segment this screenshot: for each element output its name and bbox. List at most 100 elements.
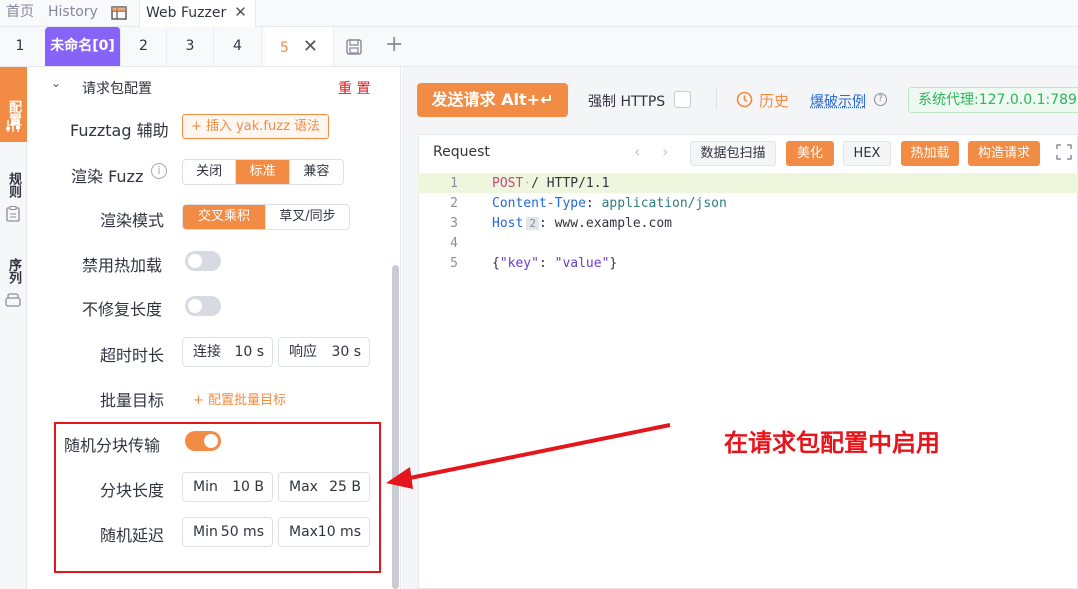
render-mode-pitchfork[interactable]: 草叉/同步 xyxy=(266,205,349,229)
side-tab-sequence[interactable]: 序列 xyxy=(0,253,27,289)
subtab-4[interactable]: 4 xyxy=(214,27,262,66)
clipboard-icon xyxy=(6,206,20,226)
line-number: 3 xyxy=(450,216,458,231)
chevron-down-icon[interactable]: ⌄ xyxy=(51,76,61,90)
help-icon[interactable]: ? xyxy=(874,93,887,106)
delay-min-value: 50 ms xyxy=(220,524,264,540)
bruteforce-example-link[interactable]: 爆破示例 xyxy=(810,91,866,111)
subtab-4-label: 4 xyxy=(233,38,242,54)
timeout-response-value: 30 s xyxy=(331,344,361,360)
add-icon: + xyxy=(385,32,404,57)
tab-history[interactable]: History xyxy=(42,0,104,27)
code-line-3: Host 2: www.example.com xyxy=(492,216,672,231)
timeout-response-key: 响应 xyxy=(289,344,317,360)
timeout-connect-value: 10 s xyxy=(234,344,264,360)
annotation-arrow xyxy=(386,423,671,489)
header-key: Content-Type xyxy=(492,196,586,211)
save-icon[interactable] xyxy=(345,38,363,60)
line-number: 4 xyxy=(450,236,458,251)
random-chunk-toggle[interactable] xyxy=(185,431,221,451)
chunk-length-label: 分块长度 xyxy=(100,481,165,500)
editor-title: Request xyxy=(433,144,490,160)
fold-badge[interactable]: 2 xyxy=(526,217,539,230)
divider xyxy=(716,88,717,110)
chunk-max-input[interactable]: Max 25 B xyxy=(278,472,370,502)
force-https-checkbox[interactable] xyxy=(674,91,691,108)
render-fuzz-standard[interactable]: 标准 xyxy=(236,160,290,184)
random-delay-label: 随机延迟 xyxy=(100,526,165,545)
history-icon xyxy=(736,91,753,112)
construct-request-button[interactable]: 构造请求 xyxy=(968,141,1040,166)
side-tab-rules-label: 规则 xyxy=(6,172,21,198)
timeout-response-input[interactable]: 响应 30 s xyxy=(278,337,370,367)
send-request-button[interactable]: 发送请求 Alt+↵ xyxy=(417,83,568,117)
history-button[interactable]: 历史 xyxy=(759,90,789,111)
line-number: 2 xyxy=(450,196,458,211)
subtab-unnamed[interactable]: 未命名[0] xyxy=(45,27,121,66)
chunk-max-value: 25 B xyxy=(329,479,361,495)
annotation-text: 在请求包配置中启用 xyxy=(724,429,940,457)
delay-min-key: Min xyxy=(193,524,218,540)
close-icon[interactable]: ✕ xyxy=(234,3,247,21)
subtab-5[interactable]: 5 ✕ xyxy=(265,27,334,66)
delay-max-input[interactable]: Max 10 ms xyxy=(278,517,370,547)
json-value: "value" xyxy=(554,256,610,271)
subtab-5-label: 5 xyxy=(279,40,289,56)
subtab-3[interactable]: 3 xyxy=(167,27,214,66)
delay-max-value: 10 ms xyxy=(317,524,361,540)
disable-hotload-toggle[interactable] xyxy=(185,251,221,271)
reset-button[interactable]: 重 置 xyxy=(338,78,370,98)
code-line-5: {"key": "value"} xyxy=(492,256,618,271)
delay-min-input[interactable]: Min 50 ms xyxy=(182,517,273,547)
render-fuzz-label: 渲染 Fuzz xyxy=(71,167,144,186)
tab-web-fuzzer[interactable]: Web Fuzzer ✕ xyxy=(139,0,256,27)
timeout-connect-key: 连接 xyxy=(193,344,221,360)
timeout-connect-input[interactable]: 连接 10 s xyxy=(182,337,273,367)
tab-web-fuzzer-label: Web Fuzzer xyxy=(146,5,227,21)
http-path-version: / HTTP/1.1 xyxy=(531,176,610,191)
layers-icon xyxy=(5,293,21,311)
code-line-2: Content-Type: application/json xyxy=(492,196,727,211)
random-chunk-label: 随机分块传输 xyxy=(64,436,161,455)
no-fix-length-toggle[interactable] xyxy=(185,296,221,316)
chunk-min-input[interactable]: Min 10 B xyxy=(182,472,273,502)
chevron-left-icon[interactable]: ‹ xyxy=(634,142,640,161)
subtab-1[interactable]: 1 xyxy=(0,27,40,66)
side-tab-sequence-label: 序列 xyxy=(6,258,21,284)
subtab-2-label: 2 xyxy=(139,38,148,54)
insert-fuzztag-button[interactable]: + 插入 yak.fuzz 语法 xyxy=(182,114,329,139)
top-tab-bar: 首页 History Web Fuzzer ✕ xyxy=(0,0,1078,27)
render-fuzz-compat[interactable]: 兼容 xyxy=(290,160,343,184)
fuzztag-label: Fuzztag 辅助 xyxy=(70,121,169,140)
tab-home[interactable]: 首页 xyxy=(0,0,40,27)
render-mode-selector[interactable]: 交叉乘积 草叉/同步 xyxy=(182,204,350,230)
section-title: 请求包配置 xyxy=(82,81,152,97)
subtab-3-label: 3 xyxy=(185,38,195,54)
fullscreen-icon[interactable] xyxy=(1056,144,1072,164)
subtab-2[interactable]: 2 xyxy=(121,27,167,66)
configure-batch-target-button[interactable]: + 配置批量目标 xyxy=(193,389,286,408)
render-fuzz-selector[interactable]: 关闭 标准 兼容 xyxy=(182,159,344,185)
side-tab-rules[interactable]: 规则 xyxy=(0,167,27,203)
code-line-1: POST·/ HTTP/1.1 xyxy=(492,176,610,191)
tab-home-label: 首页 xyxy=(6,4,34,20)
info-icon[interactable]: i xyxy=(151,163,167,179)
add-tab-button[interactable]: + xyxy=(385,32,403,57)
hex-button[interactable]: HEX xyxy=(843,141,891,166)
system-proxy-badge[interactable]: 系统代理:127.0.0.1:7890 xyxy=(908,87,1078,113)
no-fix-length-label: 不修复长度 xyxy=(82,300,163,319)
close-icon[interactable]: ✕ xyxy=(303,36,318,57)
hotload-button[interactable]: 热加载 xyxy=(901,141,959,166)
fuzzer-tab-bar: 1 未命名[0] 2 3 4 5 ✕ + xyxy=(0,27,1078,67)
render-fuzz-off[interactable]: 关闭 xyxy=(183,160,237,184)
beautify-button[interactable]: 美化 xyxy=(786,141,834,166)
line-number: 5 xyxy=(450,256,458,271)
header-value: application/json xyxy=(601,196,727,211)
tab-table[interactable] xyxy=(105,0,135,27)
table-icon xyxy=(111,6,127,20)
packet-scan-button[interactable]: 数据包扫描 xyxy=(690,141,776,166)
disable-hotload-label: 禁用热加载 xyxy=(82,256,163,275)
render-mode-cross[interactable]: 交叉乘积 xyxy=(183,205,266,229)
chevron-right-icon[interactable]: › xyxy=(662,142,668,161)
line-number: 1 xyxy=(450,176,458,191)
